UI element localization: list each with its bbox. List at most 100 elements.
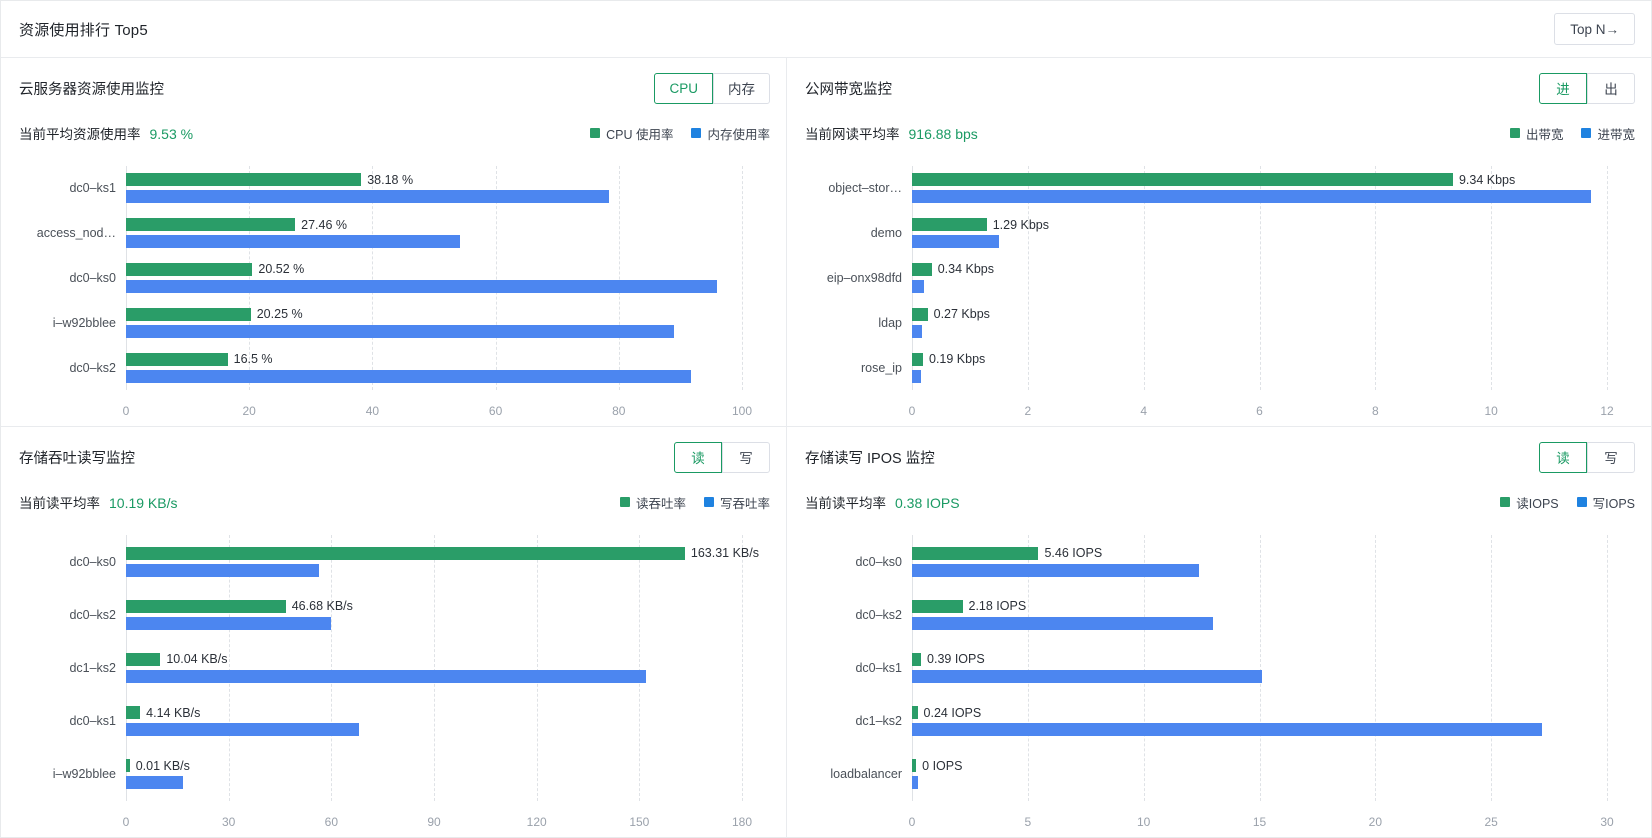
chart-category-row: dc0–ks0 5.46 IOPS	[855, 535, 1607, 588]
bar-primary[interactable]: 0.01 KB/s	[126, 759, 190, 773]
chart-4: 0 5 10 15 20 25 30 dc0–ks0 5.46 IOPS dc0–ks2 2.18 …	[805, 527, 1635, 837]
category-label: dc1–ks2	[69, 660, 116, 675]
bar-secondary[interactable]	[126, 723, 359, 737]
toggle-button-2[interactable]: 内存	[713, 72, 770, 104]
legend-item-2[interactable]: 写吞吐率	[703, 493, 770, 512]
toggle-button-1[interactable]: 进	[1539, 72, 1587, 104]
x-tick-label: 5	[1024, 815, 1032, 829]
panel-header: 存储读写 IPOS 监控 读写	[787, 427, 1651, 487]
bar-secondary[interactable]	[912, 669, 1262, 683]
bar-secondary[interactable]	[126, 563, 319, 577]
legend-label: 写吞吐率	[719, 496, 770, 511]
x-tick-label: 10	[1484, 404, 1498, 418]
plot-area: 0 5 10 15 20 25 30 dc0–ks0 5.46 IOPS dc0–ks2 2.18 …	[830, 535, 1614, 829]
bar-secondary[interactable]	[912, 776, 918, 790]
bar-primary[interactable]: 0.24 IOPS	[912, 706, 981, 720]
bar-secondary[interactable]	[912, 616, 1214, 630]
bar-primary[interactable]: 1.29 Kbps	[912, 218, 1049, 232]
toggle-button-1[interactable]: 读	[674, 441, 722, 473]
bar-primary[interactable]: 0 IOPS	[912, 759, 962, 773]
bar-secondary[interactable]	[912, 324, 922, 338]
chart-legend: 出带宽 进带宽	[1509, 124, 1635, 143]
legend-item-1[interactable]: CPU 使用率	[590, 124, 673, 143]
x-tick-label: 20	[242, 404, 256, 418]
chart-category-row: eip–onx98dfd 0.34 Kbps	[827, 256, 1607, 301]
bar-secondary[interactable]	[126, 324, 675, 338]
legend-item-2[interactable]: 进带宽	[1581, 124, 1635, 143]
x-tick-label: 0	[122, 404, 130, 418]
category-label: i–w92bblee	[52, 767, 116, 782]
bar-primary[interactable]: 46.68 KB/s	[126, 599, 353, 613]
top-n-button[interactable]: Top N→	[1554, 13, 1635, 45]
bar-secondary[interactable]	[912, 279, 924, 293]
chart-category-row: dc0–ks2 46.68 KB/s	[69, 588, 742, 641]
bar-primary[interactable]: 16.5 %	[126, 352, 273, 366]
chart-category-row: object–stor… 9.34 Kbps	[828, 166, 1607, 211]
plot-area: 0 2 4 6 8 10 12 object–stor… 9.34 Kbps demo 1.29 K…	[827, 166, 1614, 418]
bar-value-label: 20.52 %	[258, 262, 305, 277]
legend-swatch-icon	[1500, 497, 1511, 507]
bar-value-label: 38.18 %	[367, 172, 414, 187]
bar-secondary[interactable]	[912, 563, 1200, 577]
bar-primary[interactable]: 20.52 %	[126, 262, 304, 276]
bar-secondary[interactable]	[126, 279, 718, 293]
toggle-button-1[interactable]: 读	[1539, 441, 1587, 473]
bar-value-label: 0.19 Kbps	[929, 352, 986, 367]
category-label: access_nod…	[36, 226, 116, 241]
bar-secondary[interactable]	[126, 616, 331, 630]
legend-item-1[interactable]: 读IOPS	[1500, 493, 1559, 512]
category-label: rose_ip	[861, 360, 902, 375]
bar-value-label: 1.29 Kbps	[992, 217, 1049, 232]
legend-item-1[interactable]: 出带宽	[1509, 124, 1563, 143]
legend-item-2[interactable]: 写IOPS	[1576, 493, 1635, 512]
bar-secondary[interactable]	[912, 235, 999, 249]
bar-primary[interactable]: 0.27 Kbps	[912, 307, 990, 321]
category-label: dc0–ks0	[69, 270, 116, 285]
bar-secondary[interactable]	[126, 235, 460, 249]
chart-category-row: dc0–ks0 20.52 %	[69, 256, 742, 301]
chart-3: 0 30 60 90 120 150 180 dc0–ks0 163.31 KB/s dc0–ks…	[19, 527, 770, 837]
category-label: demo	[870, 226, 902, 241]
legend-item-1[interactable]: 读吞吐率	[619, 493, 686, 512]
bar-value-label: 0.01 KB/s	[135, 758, 190, 773]
x-tick-label: 90	[427, 815, 441, 829]
bar-primary[interactable]: 0.19 Kbps	[912, 352, 985, 366]
bar-primary[interactable]: 9.34 Kbps	[912, 173, 1515, 187]
bar-secondary[interactable]	[912, 723, 1543, 737]
legend-label: 内存使用率	[707, 127, 770, 142]
bar-primary[interactable]: 163.31 KB/s	[126, 546, 759, 560]
toggle-button-2[interactable]: 写	[722, 441, 770, 473]
legend-swatch-icon	[1576, 497, 1587, 507]
bar-value-label: 9.34 Kbps	[1458, 172, 1516, 187]
bar-primary[interactable]: 20.25 %	[126, 307, 303, 321]
bar-secondary[interactable]	[912, 190, 1591, 204]
gridline	[1607, 166, 1608, 390]
bar-secondary[interactable]	[126, 669, 647, 683]
bar-secondary[interactable]	[126, 776, 183, 790]
average-value: 0.38 IOPS	[895, 495, 960, 511]
bar-primary[interactable]: 2.18 IOPS	[912, 599, 1026, 613]
bar-primary[interactable]: 0.39 IOPS	[912, 652, 985, 666]
average-metric: 当前平均资源使用率 9.53 %	[19, 123, 193, 143]
bar-primary[interactable]: 38.18 %	[126, 173, 413, 187]
bar-primary[interactable]: 27.46 %	[126, 218, 347, 232]
bar-primary[interactable]: 10.04 KB/s	[126, 652, 228, 666]
bar-primary[interactable]: 0.34 Kbps	[912, 262, 994, 276]
toggle-button-2[interactable]: 写	[1587, 441, 1635, 473]
average-value: 9.53 %	[149, 126, 194, 142]
bar-value-label: 16.5 %	[233, 352, 273, 367]
legend-item-2[interactable]: 内存使用率	[691, 124, 770, 143]
toggle-button-1[interactable]: CPU	[654, 72, 713, 104]
x-tick-label: 0	[122, 815, 130, 829]
bar-secondary[interactable]	[126, 369, 691, 383]
legend-label: 读吞吐率	[635, 496, 686, 511]
average-label: 当前网读平均率	[805, 127, 900, 142]
bar-secondary[interactable]	[126, 190, 609, 204]
toggle-button-2[interactable]: 出	[1587, 72, 1635, 104]
bar-primary[interactable]: 4.14 KB/s	[126, 706, 200, 720]
average-label: 当前读平均率	[805, 496, 886, 511]
bar-value-label: 0 IOPS	[922, 758, 963, 773]
chart-category-row: dc0–ks2 16.5 %	[69, 345, 742, 390]
bar-secondary[interactable]	[912, 369, 921, 383]
bar-primary[interactable]: 5.46 IOPS	[912, 546, 1102, 560]
